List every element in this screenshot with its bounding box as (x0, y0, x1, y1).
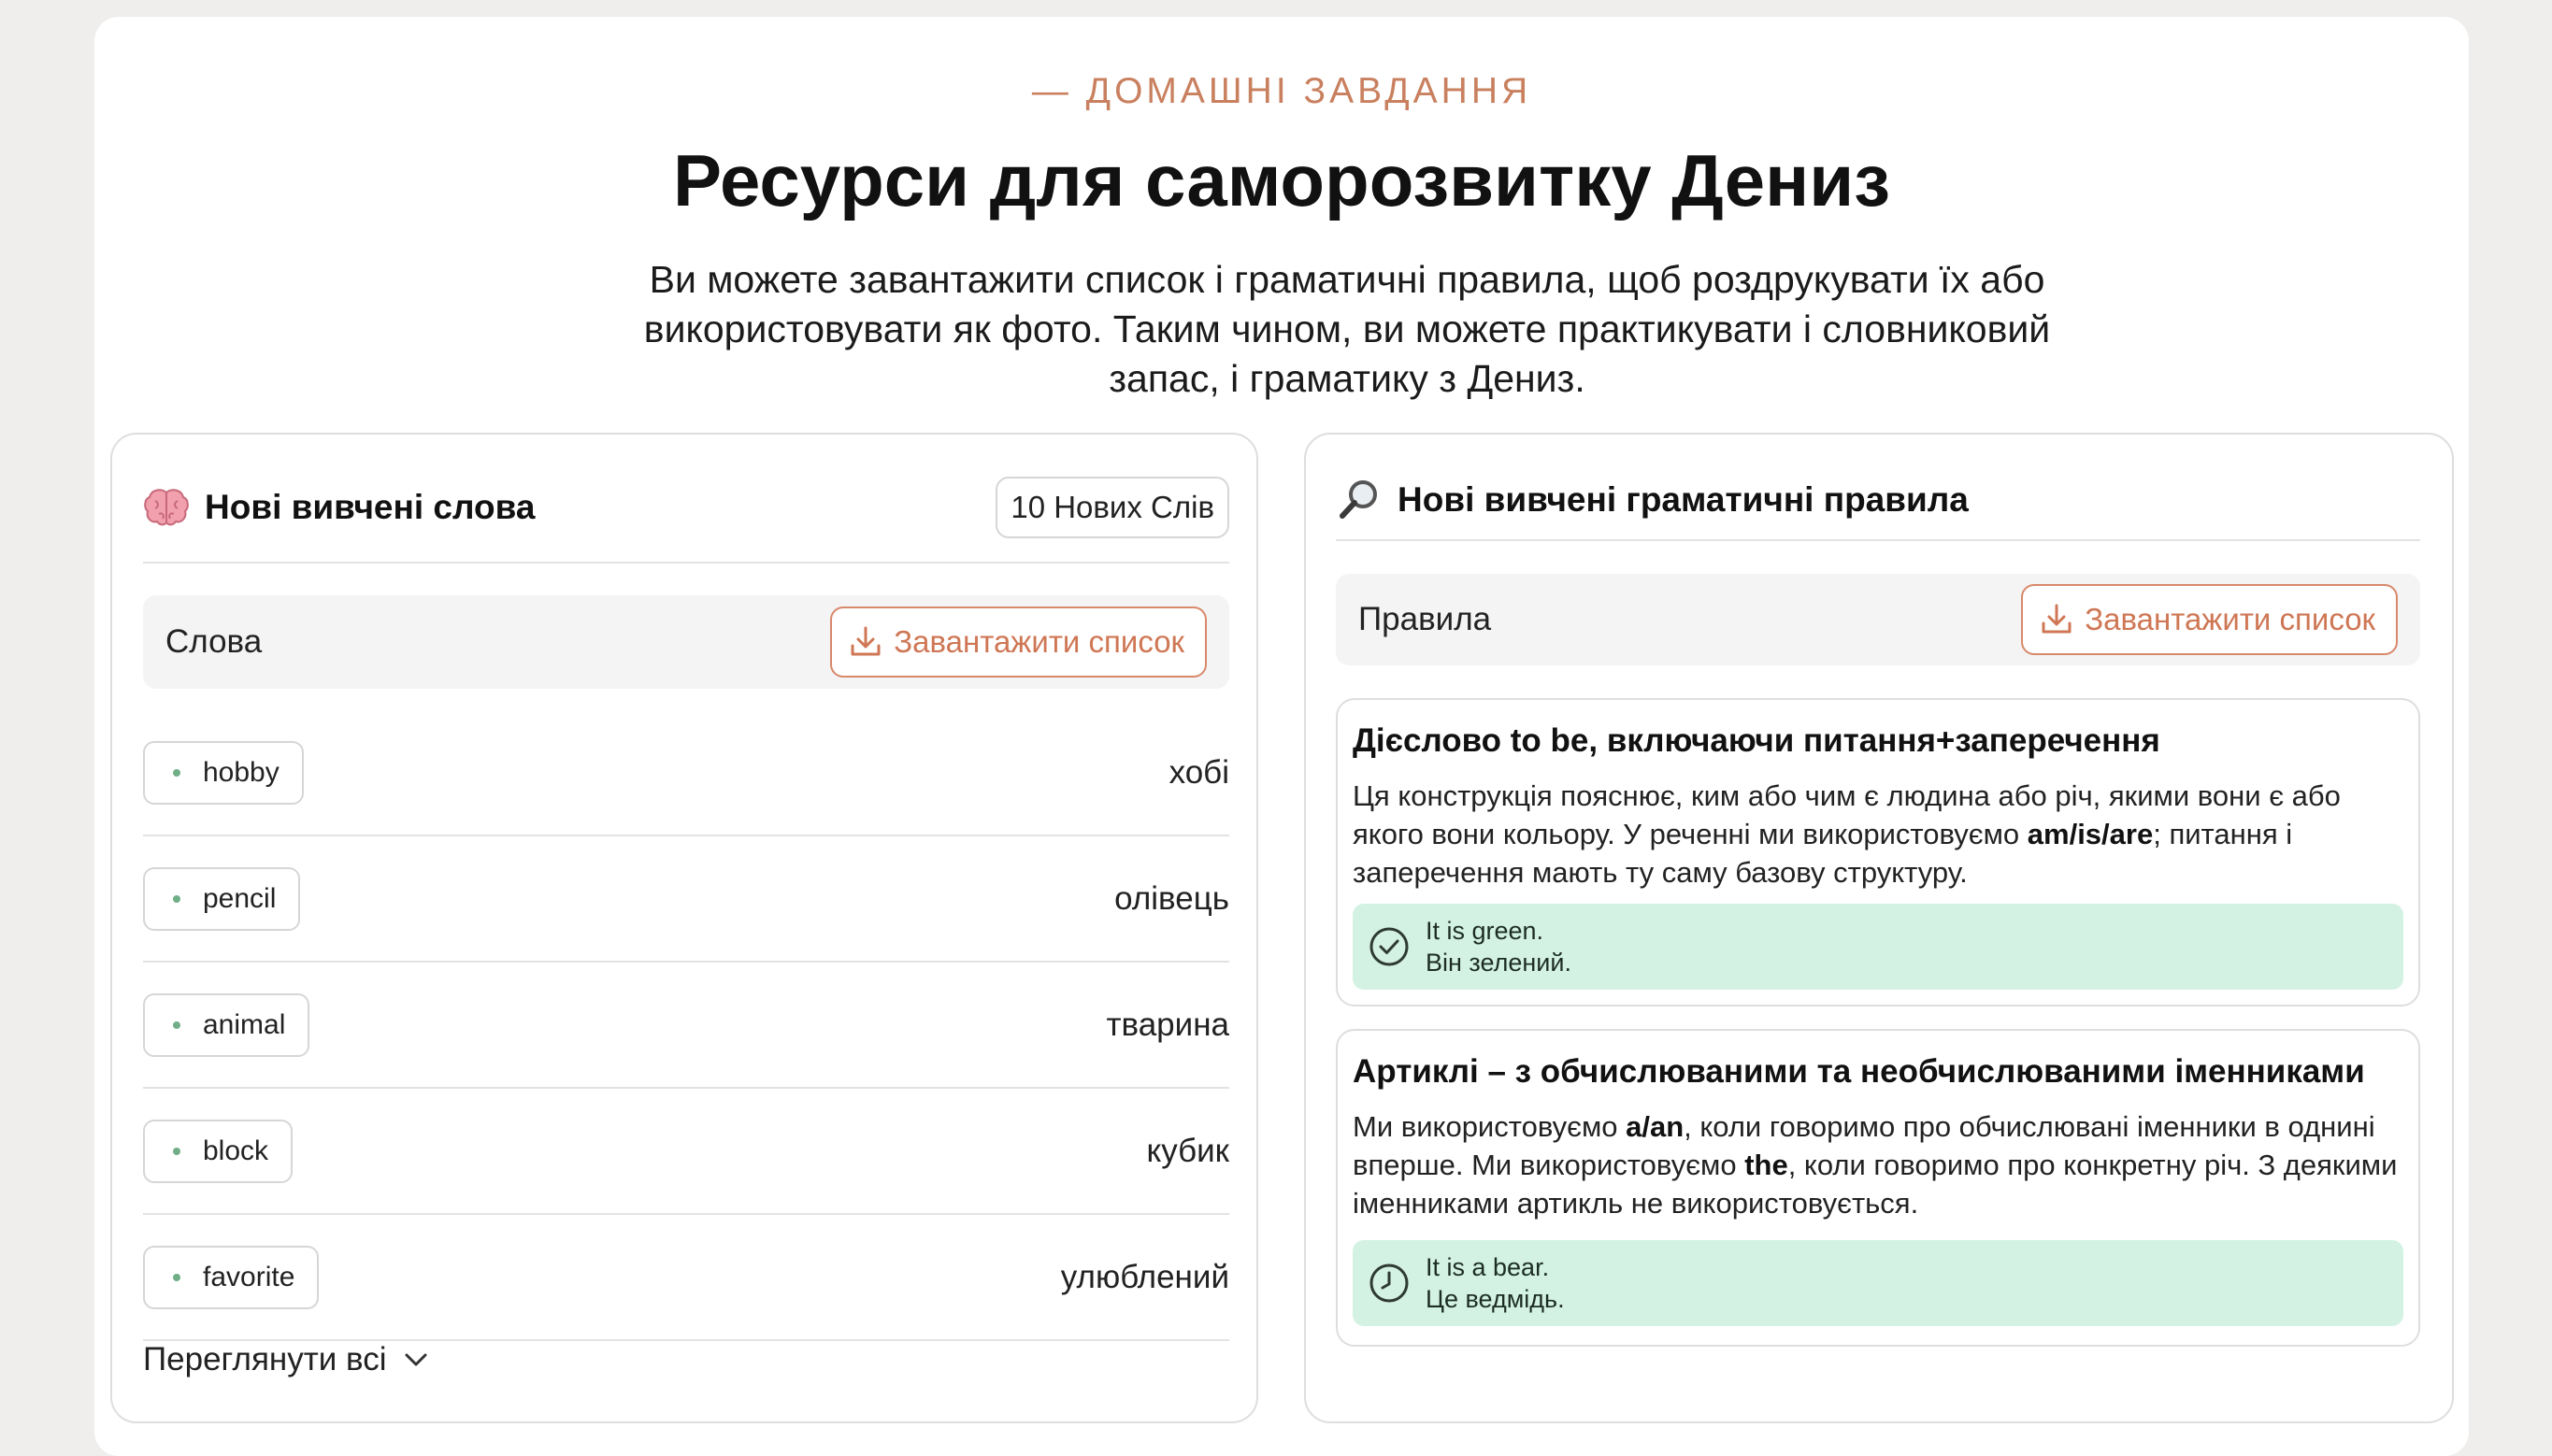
magnifier-icon (1336, 478, 1383, 522)
download-words-button[interactable]: Завантажити список (830, 607, 1207, 678)
view-all-button[interactable]: Переглянути всі (143, 1341, 432, 1378)
word-chip[interactable]: hobby (143, 741, 304, 805)
word-english: block (203, 1135, 269, 1166)
rules-bar-label: Правила (1358, 601, 1492, 637)
word-chip[interactable]: animal (143, 993, 310, 1057)
word-row: pencil олівець (143, 837, 1229, 963)
page-subtitle: Ви можете завантажити список і граматичн… (643, 258, 2051, 400)
example-english: It is green. (1426, 917, 1544, 945)
words-bar-label: Слова (165, 623, 263, 660)
page-title: Ресурси для саморозвитку Дениз (672, 139, 1891, 221)
grammar-card-header: Нові вивчені граматичні правила (1336, 463, 2420, 537)
download-rules-button[interactable]: Завантажити список (2021, 584, 2398, 655)
bullet-dot (173, 1274, 180, 1281)
word-english: hobby (203, 757, 280, 788)
bullet-dot (173, 1148, 180, 1155)
rule-description: Ця конструкція пояснює, ким або чим є лю… (1353, 779, 2341, 889)
word-chip[interactable]: pencil (143, 867, 301, 931)
word-translation: кубик (1146, 1133, 1229, 1169)
word-row: hobby хобі (143, 711, 1229, 836)
chevron-down-icon (405, 1353, 427, 1366)
rule-title: Артиклі – з обчислюваними та необчислюва… (1353, 1053, 2365, 1090)
word-chip[interactable]: block (143, 1120, 294, 1183)
example-translation: Це ведмідь. (1426, 1285, 1565, 1313)
brain-icon (143, 488, 190, 527)
rule-example: It is a bear. Це ведмідь. (1353, 1240, 2403, 1326)
grammar-rule-card: Артиклі – з обчислюваними та необчислюва… (1336, 1029, 2420, 1347)
word-english: animal (203, 1009, 286, 1040)
word-english: pencil (203, 883, 277, 914)
word-translation: тварина (1106, 1006, 1229, 1043)
word-chip[interactable]: favorite (143, 1246, 320, 1309)
word-translation: хобі (1168, 754, 1229, 791)
grammar-card-title: Нові вивчені граматичні правила (1398, 480, 1969, 519)
words-download-bar: Слова Завантажити список (143, 595, 1229, 689)
download-icon (851, 626, 881, 656)
rules-download-bar: Правила Завантажити список (1336, 574, 2420, 665)
rule-example: It is green. Він зелений. (1353, 904, 2403, 990)
new-words-count-badge: 10 Нових Слів (996, 477, 1229, 538)
rule-title: Дієслово to be, включаючи питання+запере… (1353, 722, 2160, 759)
divider (1336, 539, 2420, 541)
view-all-label: Переглянути всі (143, 1341, 387, 1377)
download-rules-label: Завантажити список (2085, 602, 2375, 636)
download-icon (2042, 604, 2072, 634)
word-row: animal тварина (143, 964, 1229, 1089)
words-card: Нові вивчені слова 10 Нових Слів Слова З… (110, 433, 1258, 1423)
grammar-rule-card: Дієслово to be, включаючи питання+запере… (1336, 698, 2420, 1006)
grammar-card: Нові вивчені граматичні правила Правила … (1304, 433, 2454, 1423)
word-english: favorite (203, 1262, 295, 1292)
divider (143, 562, 1229, 564)
word-translation: улюблений (1060, 1259, 1229, 1295)
word-row: block кубик (143, 1090, 1229, 1215)
word-translation: олівець (1114, 880, 1229, 917)
bullet-dot (173, 895, 180, 903)
word-row: favorite улюблений (143, 1216, 1229, 1341)
words-card-title: Нові вивчені слова (205, 488, 536, 526)
rule-description: Ми використовуємо a/an, коли говоримо пр… (1353, 1110, 2398, 1220)
bullet-dot (173, 1021, 180, 1029)
words-card-header: Нові вивчені слова 10 Нових Слів (143, 466, 1229, 549)
example-translation: Він зелений. (1426, 949, 1571, 977)
section-eyebrow: — ДОМАШНІ ЗАВДАННЯ (1031, 71, 1532, 111)
check-circle-icon (1369, 927, 1409, 966)
example-english: It is a bear. (1426, 1253, 1550, 1281)
clock-icon (1369, 1263, 1409, 1303)
download-words-label: Завантажити список (894, 624, 1184, 659)
bullet-dot (173, 769, 180, 777)
